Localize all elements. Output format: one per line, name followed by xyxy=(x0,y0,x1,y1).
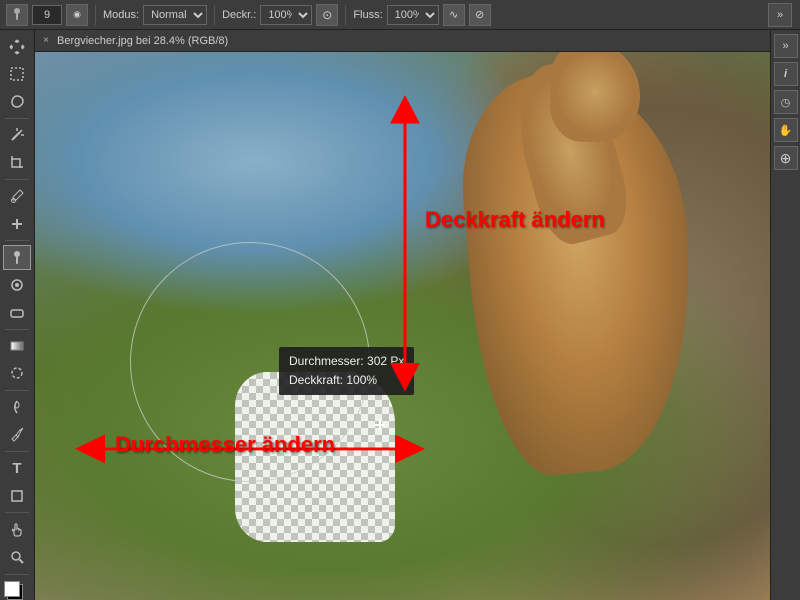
left-sep-7 xyxy=(5,512,29,513)
tab-bar: × Bergviecher.jpg bei 28.4% (RGB/8) xyxy=(35,30,770,52)
clone-stamp-tool[interactable] xyxy=(3,272,31,297)
history-panel-btn[interactable]: ◷ xyxy=(774,90,798,114)
shape-tool[interactable] xyxy=(3,483,31,508)
left-toolbar: T xyxy=(0,30,35,600)
select-rect-tool[interactable] xyxy=(3,61,31,86)
zoom-tool[interactable] xyxy=(3,544,31,569)
left-sep-3 xyxy=(5,240,29,241)
smoothing-icon[interactable]: ∿ xyxy=(443,4,465,26)
foreground-color[interactable] xyxy=(4,581,20,597)
modus-dropdown[interactable]: Normal xyxy=(143,5,207,25)
separator-3 xyxy=(345,5,346,25)
tooltip-line2: Deckkraft: 100% xyxy=(289,371,404,390)
deckr-label: Deckr.: xyxy=(222,9,256,21)
brush-tooltip: Durchmesser: 302 Px Deckkraft: 100% xyxy=(279,347,414,395)
zoom-panel-btn[interactable]: ⊕ xyxy=(774,146,798,170)
lasso-tool[interactable] xyxy=(3,88,31,113)
left-sep-5 xyxy=(5,390,29,391)
right-panel: » i ◷ ✋ ⊕ xyxy=(770,30,800,600)
top-toolbar: 9 ◉ Modus: Normal Deckr.: 100% ⊙ Fluss: … xyxy=(0,0,800,30)
separator-2 xyxy=(214,5,215,25)
left-sep-1 xyxy=(5,118,29,119)
fluss-dropdown[interactable]: 100% xyxy=(387,5,439,25)
healing-tool[interactable] xyxy=(3,211,31,236)
hand-tool[interactable] xyxy=(3,517,31,542)
modus-label: Modus: xyxy=(103,9,139,21)
canvas-area: × Bergviecher.jpg bei 28.4% (RGB/8) Durc… xyxy=(35,30,770,600)
magic-wand-tool[interactable] xyxy=(3,122,31,147)
crop-tool[interactable] xyxy=(3,150,31,175)
deckr-dropdown[interactable]: 100% xyxy=(260,5,312,25)
panel-collapse-btn[interactable]: » xyxy=(774,34,798,58)
tab-close-btn[interactable]: × xyxy=(39,34,53,48)
brush-tool-left[interactable] xyxy=(3,245,31,270)
text-tool[interactable]: T xyxy=(3,456,31,481)
pressure-icon[interactable]: ⊘ xyxy=(469,4,491,26)
tab-title: Bergviecher.jpg bei 28.4% (RGB/8) xyxy=(53,35,236,47)
eyedropper-tool[interactable] xyxy=(3,184,31,209)
brush-size-input[interactable]: 9 xyxy=(32,5,62,25)
info-panel-btn[interactable]: i xyxy=(774,62,798,86)
fluss-label: Fluss: xyxy=(353,9,382,21)
blur-tool[interactable] xyxy=(3,361,31,386)
left-sep-2 xyxy=(5,179,29,180)
dodge-tool[interactable] xyxy=(3,395,31,420)
brush-subtype-icon[interactable]: ◉ xyxy=(66,4,88,26)
move-tool[interactable] xyxy=(3,34,31,59)
left-sep-4 xyxy=(5,329,29,330)
airbrush-icon[interactable]: ⊙ xyxy=(316,4,338,26)
color-boxes xyxy=(4,581,30,600)
erased-area-checkerboard xyxy=(235,372,395,542)
left-sep-6 xyxy=(5,451,29,452)
left-sep-8 xyxy=(5,574,29,575)
llama-head xyxy=(550,52,640,142)
brush-icon[interactable] xyxy=(6,4,28,26)
image-canvas[interactable]: Durchmesser: 302 Px Deckkraft: 100% xyxy=(35,52,770,600)
hand-panel-btn[interactable]: ✋ xyxy=(774,118,798,142)
tooltip-line1: Durchmesser: 302 Px xyxy=(289,352,404,371)
separator-1 xyxy=(95,5,96,25)
eraser-tool[interactable] xyxy=(3,299,31,324)
gradient-tool[interactable] xyxy=(3,333,31,358)
pen-tool[interactable] xyxy=(3,422,31,447)
panel-toggle-right[interactable]: » xyxy=(768,3,792,27)
text-tool-icon: T xyxy=(12,460,21,477)
